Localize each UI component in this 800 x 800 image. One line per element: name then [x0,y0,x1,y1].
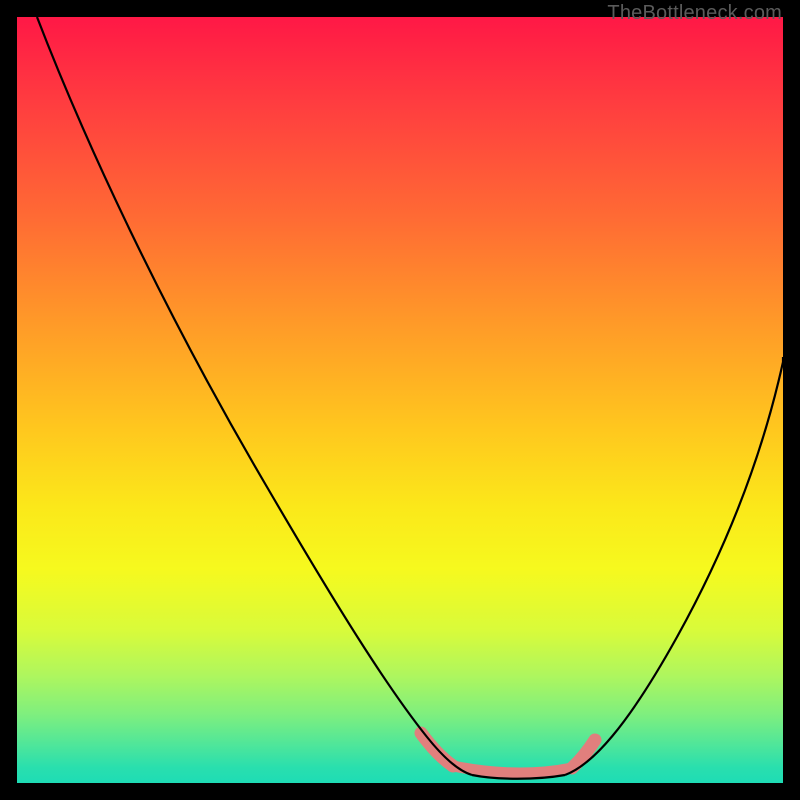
plot-area [17,17,783,783]
curve-layer [17,17,783,783]
attribution-label: TheBottleneck.com [607,2,782,25]
highlight-valley-floor [453,766,572,773]
curve-left-branch [37,17,472,775]
curve-right-branch [565,357,783,775]
chart-stage: TheBottleneck.com [0,0,800,800]
